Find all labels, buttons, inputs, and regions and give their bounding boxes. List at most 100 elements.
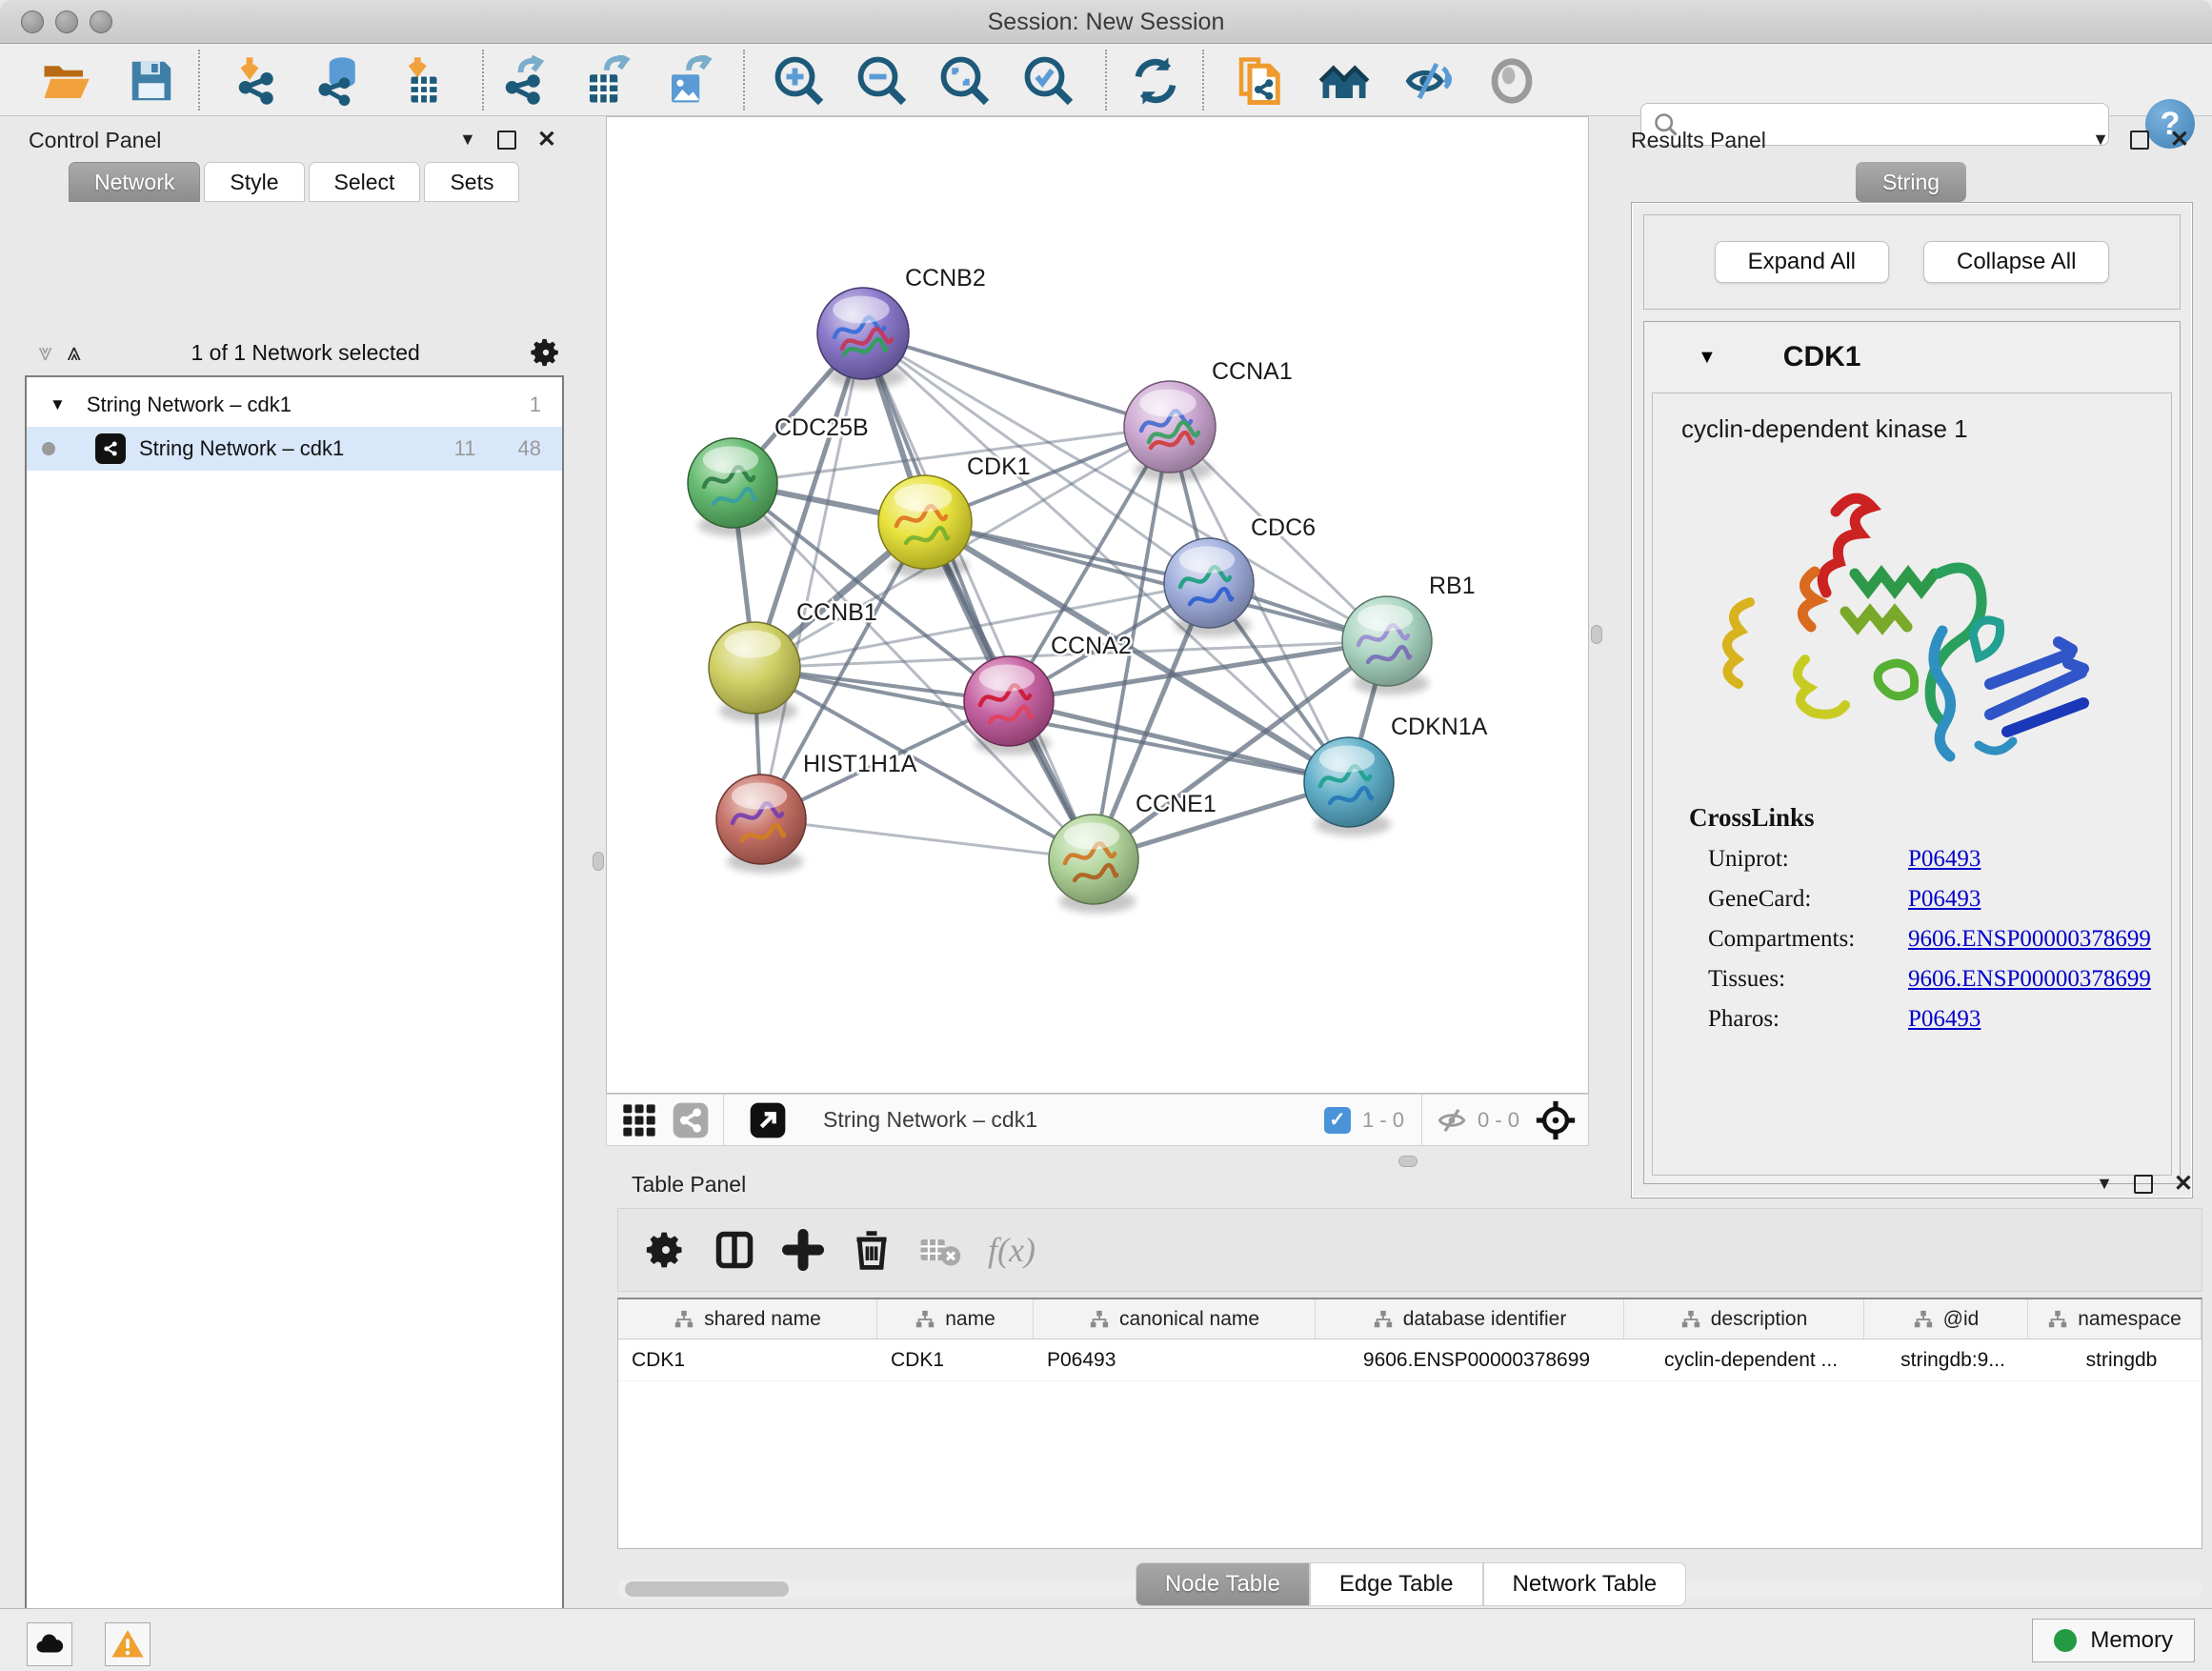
main-toolbar: ? — [0, 44, 2212, 116]
table-cell: stringdb:9... — [1864, 1339, 2028, 1380]
tab-select[interactable]: Select — [309, 162, 421, 202]
column-header-namespace[interactable]: namespace — [2028, 1299, 2202, 1339]
crosslink-row: Tissues: 9606.ENSP00000378699 — [1708, 966, 2171, 993]
expand-collapse-bar: Expand All Collapse All — [1643, 214, 2181, 310]
toolbar-separator — [1202, 50, 1204, 111]
fit-content-crosshair-icon[interactable] — [1535, 1099, 1577, 1141]
panel-close-icon[interactable]: ✕ — [2174, 1170, 2193, 1198]
crosslink-label: Pharos: — [1708, 1006, 1908, 1033]
column-header-canonicalname[interactable]: canonical name — [1034, 1299, 1316, 1339]
crosslinks-section: CrossLinks Uniprot: P06493 GeneCard: P06… — [1653, 803, 2171, 1033]
cloud-status-button[interactable] — [27, 1622, 72, 1666]
crosslink-pharos-link[interactable]: P06493 — [1908, 1006, 1981, 1033]
network-view-canvas[interactable]: CCNB2CCNA1CDC25BCDK1CDC6RB1CCNB1CCNA2CDK… — [606, 116, 1589, 1094]
network-node-CCNE1[interactable]: CCNE1 — [1049, 791, 1217, 913]
refresh-button[interactable] — [1128, 53, 1183, 109]
panel-float-icon[interactable] — [2134, 1175, 2153, 1194]
crosslink-uniprot-link[interactable]: P06493 — [1908, 846, 1981, 873]
node-label-CDKN1A: CDKN1A — [1391, 714, 1488, 740]
network-tree: ▼ String Network – cdk1 1 String Network… — [25, 375, 564, 1671]
column-header-name[interactable]: name — [877, 1299, 1034, 1339]
section-collapse-icon[interactable]: ▼ — [1698, 347, 1717, 369]
delete-column-icon[interactable] — [851, 1229, 893, 1271]
column-header-id[interactable]: @id — [1864, 1299, 2028, 1339]
crosslink-compartments-link[interactable]: 9606.ENSP00000378699 — [1908, 926, 2151, 953]
tab-sets[interactable]: Sets — [424, 162, 519, 202]
delete-table-icon — [919, 1229, 961, 1271]
table-cell: CDK1 — [618, 1339, 877, 1380]
network-node-CCNB1[interactable]: CCNB1 — [709, 599, 877, 723]
hidden-count-group: 0 - 0 — [1422, 1104, 1535, 1137]
table-row[interactable]: CDK1CDK1P064939606.ENSP00000378699cyclin… — [618, 1339, 2202, 1381]
open-in-new-icon[interactable] — [749, 1101, 787, 1139]
zoom-out-button[interactable] — [855, 53, 910, 109]
right-splitter-handle[interactable] — [1591, 625, 1602, 644]
tab-node-table[interactable]: Node Table — [1136, 1562, 1310, 1606]
warning-status-button[interactable] — [105, 1622, 151, 1666]
import-network-button[interactable] — [231, 53, 286, 109]
tab-network-table[interactable]: Network Table — [1483, 1562, 1687, 1606]
home-button[interactable] — [1317, 53, 1372, 109]
expand-all-icon[interactable]: ⩓ — [68, 337, 82, 368]
column-header-databaseidentifier[interactable]: database identifier — [1316, 1299, 1624, 1339]
crosslink-genecard-link[interactable]: P06493 — [1908, 886, 1981, 913]
collapse-all-button[interactable]: Collapse All — [1923, 241, 2109, 283]
grid-view-icon[interactable] — [620, 1101, 658, 1139]
network-row[interactable]: String Network – cdk1 11 48 — [27, 427, 562, 471]
expand-all-button[interactable]: Expand All — [1715, 241, 1889, 283]
network-node-HIST1H1A[interactable]: HIST1H1A — [716, 751, 917, 873]
network-collection-label: String Network – cdk1 — [87, 393, 530, 417]
panel-float-icon[interactable] — [2130, 131, 2149, 150]
tab-edge-table[interactable]: Edge Table — [1310, 1562, 1483, 1606]
left-splitter-handle[interactable] — [593, 852, 604, 871]
table-cell: CDK1 — [877, 1339, 1034, 1380]
import-database-button[interactable] — [312, 53, 368, 109]
tab-style[interactable]: Style — [204, 162, 304, 202]
panel-close-icon[interactable]: ✕ — [537, 126, 556, 153]
add-column-icon[interactable] — [782, 1229, 824, 1271]
network-selection-bar: ⩔ ⩓ 1 of 1 Network selected — [23, 330, 575, 375]
collapse-all-icon[interactable]: ⩔ — [38, 337, 52, 368]
node-label-CCNE1: CCNE1 — [1136, 791, 1217, 817]
network-node-RB1[interactable]: RB1 — [1342, 573, 1476, 695]
tab-network[interactable]: Network — [69, 162, 200, 202]
hidden-counts: 0 - 0 — [1478, 1108, 1519, 1133]
export-image-button[interactable] — [661, 53, 716, 109]
table-cell: P06493 — [1034, 1339, 1316, 1380]
network-node-CDK1[interactable]: CDK1 — [878, 453, 1031, 578]
panel-menu-icon[interactable]: ▼ — [459, 130, 476, 150]
crosslink-label: Compartments: — [1708, 926, 1908, 953]
open-session-button[interactable] — [38, 53, 93, 109]
column-header-description[interactable]: description — [1624, 1299, 1864, 1339]
share-document-button[interactable] — [1231, 53, 1286, 109]
show-panel-button[interactable] — [1484, 53, 1539, 109]
tab-string[interactable]: String — [1856, 162, 1966, 202]
panel-menu-icon[interactable]: ▼ — [2092, 130, 2109, 150]
export-network-button[interactable] — [497, 53, 553, 109]
zoom-fit-button[interactable] — [937, 53, 993, 109]
selected-checkbox-icon[interactable]: ✓ — [1324, 1107, 1351, 1134]
crosslink-tissues-link[interactable]: 9606.ENSP00000378699 — [1908, 966, 2151, 993]
save-session-button[interactable] — [124, 53, 179, 109]
export-table-button[interactable] — [579, 53, 634, 109]
panel-float-icon[interactable] — [497, 131, 516, 150]
network-collection-row[interactable]: ▼ String Network – cdk1 1 — [27, 383, 562, 427]
zoom-selected-button[interactable] — [1021, 53, 1076, 109]
table-gear-icon[interactable] — [645, 1229, 687, 1271]
protein-section-header[interactable]: ▼ CDK1 — [1644, 322, 2180, 393]
zoom-in-button[interactable] — [772, 53, 827, 109]
column-header-sharedname[interactable]: shared name — [618, 1299, 877, 1339]
share-view-icon[interactable] — [672, 1101, 710, 1139]
panel-close-icon[interactable]: ✕ — [2170, 126, 2189, 153]
network-node-CDKN1A[interactable]: CDKN1A — [1304, 714, 1488, 836]
columns-icon[interactable] — [714, 1229, 755, 1271]
panel-menu-icon[interactable]: ▼ — [2096, 1174, 2113, 1194]
tree-expand-icon[interactable]: ▼ — [50, 395, 66, 414]
import-table-button[interactable] — [396, 53, 452, 109]
control-panel-title: Control Panel — [29, 128, 161, 153]
hide-panel-button[interactable] — [1400, 53, 1456, 109]
protein-detail-box: cyclin-dependent kinase 1 — [1652, 393, 2172, 1176]
hidden-eye-icon — [1436, 1104, 1468, 1137]
gear-icon[interactable] — [530, 336, 562, 369]
memory-button[interactable]: Memory — [2032, 1619, 2195, 1662]
